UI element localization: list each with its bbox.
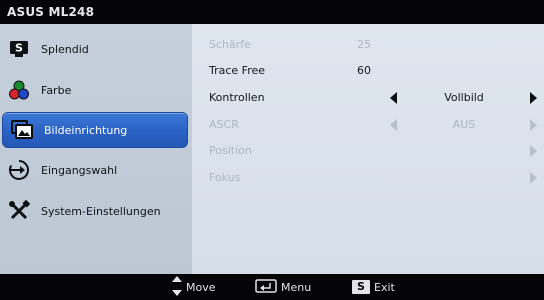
sidebar-item-bildeinrichtung[interactable]: Bildeinrichtung bbox=[2, 112, 188, 148]
arrow-left-icon[interactable] bbox=[390, 119, 397, 131]
sidebar-item-label: System-Einstellungen bbox=[41, 204, 161, 218]
move-hint[interactable]: Move bbox=[172, 275, 216, 299]
arrow-right-icon[interactable] bbox=[530, 172, 537, 184]
menu-hint[interactable]: Menu bbox=[255, 278, 311, 296]
setting-label: Fokus bbox=[209, 171, 241, 184]
color-circles-icon bbox=[8, 79, 30, 101]
arrow-right-icon[interactable] bbox=[530, 92, 537, 104]
setting-label: Position bbox=[209, 144, 252, 157]
setting-value: 25 bbox=[357, 38, 371, 51]
sidebar-item-label: Farbe bbox=[41, 83, 72, 97]
setting-label: Kontrollen bbox=[209, 91, 265, 104]
osd-menu: S Splendid Farbe Bildeinrichtung Eingang… bbox=[0, 24, 544, 274]
setting-row-fokus[interactable]: Fokus bbox=[192, 165, 544, 191]
s-badge-icon: S bbox=[8, 38, 30, 60]
setting-label: Trace Free bbox=[209, 64, 266, 77]
sidebar-item-splendid[interactable]: S Splendid bbox=[0, 31, 188, 67]
input-source-icon bbox=[8, 159, 30, 181]
svg-text:S: S bbox=[15, 42, 23, 55]
sidebar-item-farbe[interactable]: Farbe bbox=[0, 72, 188, 108]
setting-value: 60 bbox=[357, 64, 371, 77]
setting-row-kontrollen[interactable]: Kontrollen Vollbild bbox=[192, 85, 544, 111]
exit-label: Exit bbox=[374, 280, 395, 294]
setting-row-ascr[interactable]: ASCR AUS bbox=[192, 112, 544, 138]
sidebar-item-label: Eingangswahl bbox=[41, 163, 118, 177]
setting-row-schaerfe[interactable]: Schärfe 25 bbox=[192, 32, 544, 58]
setting-label: Schärfe bbox=[209, 38, 251, 51]
setting-option-value: AUS bbox=[452, 118, 476, 131]
tools-icon bbox=[8, 200, 30, 222]
arrow-left-icon[interactable] bbox=[390, 92, 397, 104]
menu-label: Menu bbox=[281, 280, 312, 294]
s-key-icon: S bbox=[352, 280, 370, 294]
settings-panel: Schärfe 25 Trace Free 60 Kontrollen Voll… bbox=[192, 24, 544, 274]
picture-icon bbox=[11, 119, 33, 141]
setting-row-position[interactable]: Position bbox=[192, 138, 544, 164]
move-label: Move bbox=[186, 280, 216, 294]
sidebar-item-eingangswahl[interactable]: Eingangswahl bbox=[0, 152, 188, 188]
setting-label: ASCR bbox=[209, 118, 239, 131]
window-title: ASUS ML248 bbox=[7, 5, 95, 19]
setting-row-trace-free[interactable]: Trace Free 60 bbox=[192, 58, 544, 84]
sidebar-item-label: Bildeinrichtung bbox=[44, 123, 128, 137]
control-hints-bar: Move Menu S Exit bbox=[0, 274, 544, 300]
title-bar: ASUS ML248 bbox=[0, 0, 544, 24]
arrow-right-icon[interactable] bbox=[530, 119, 537, 131]
up-down-arrows-icon bbox=[172, 275, 182, 299]
sidebar-item-label: Splendid bbox=[41, 42, 89, 56]
arrow-right-icon[interactable] bbox=[530, 145, 537, 157]
setting-option-value: Vollbild bbox=[444, 91, 484, 104]
enter-icon bbox=[255, 278, 277, 297]
exit-hint[interactable]: S Exit bbox=[352, 278, 395, 296]
sidebar: S Splendid Farbe Bildeinrichtung Eingang… bbox=[0, 24, 192, 274]
sidebar-item-system-einstellungen[interactable]: System-Einstellungen bbox=[0, 193, 188, 229]
